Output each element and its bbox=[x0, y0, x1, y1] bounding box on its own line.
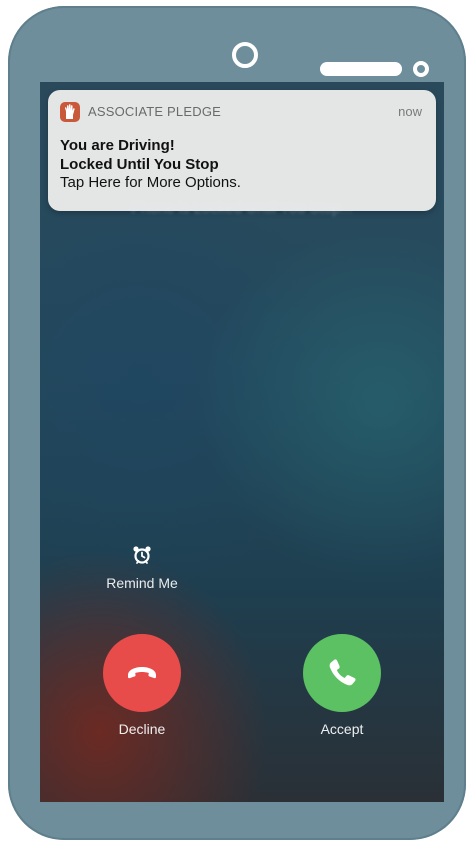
notification-body: You are Driving! Locked Until You Stop T… bbox=[60, 137, 422, 193]
notification-header: ASSOCIATE PLEDGE now bbox=[60, 102, 422, 122]
decline-button[interactable] bbox=[103, 634, 181, 712]
earpiece-speaker bbox=[320, 62, 402, 76]
notification-message: Tap Here for More Options. bbox=[60, 174, 241, 191]
notification-app-name: ASSOCIATE PLEDGE bbox=[88, 104, 221, 119]
hand-icon bbox=[60, 102, 80, 122]
accept-button[interactable] bbox=[303, 634, 381, 712]
alarm-clock-icon bbox=[133, 546, 151, 564]
notification-title: You are Driving! bbox=[60, 137, 175, 154]
proximity-sensor bbox=[413, 61, 429, 77]
phone-icon bbox=[329, 659, 356, 686]
notification-time: now bbox=[398, 104, 422, 119]
accept-label: Accept bbox=[320, 721, 364, 737]
notification-subtitle: Locked Until You Stop bbox=[60, 155, 219, 173]
phone-hangup-icon bbox=[128, 667, 156, 679]
front-camera bbox=[232, 42, 258, 68]
remind-me-button[interactable]: Remind Me bbox=[92, 545, 192, 591]
remind-me-label: Remind Me bbox=[106, 575, 178, 591]
notification-banner[interactable]: ASSOCIATE PLEDGE now You are Driving! Lo… bbox=[48, 90, 436, 211]
decline-label: Decline bbox=[118, 721, 166, 737]
